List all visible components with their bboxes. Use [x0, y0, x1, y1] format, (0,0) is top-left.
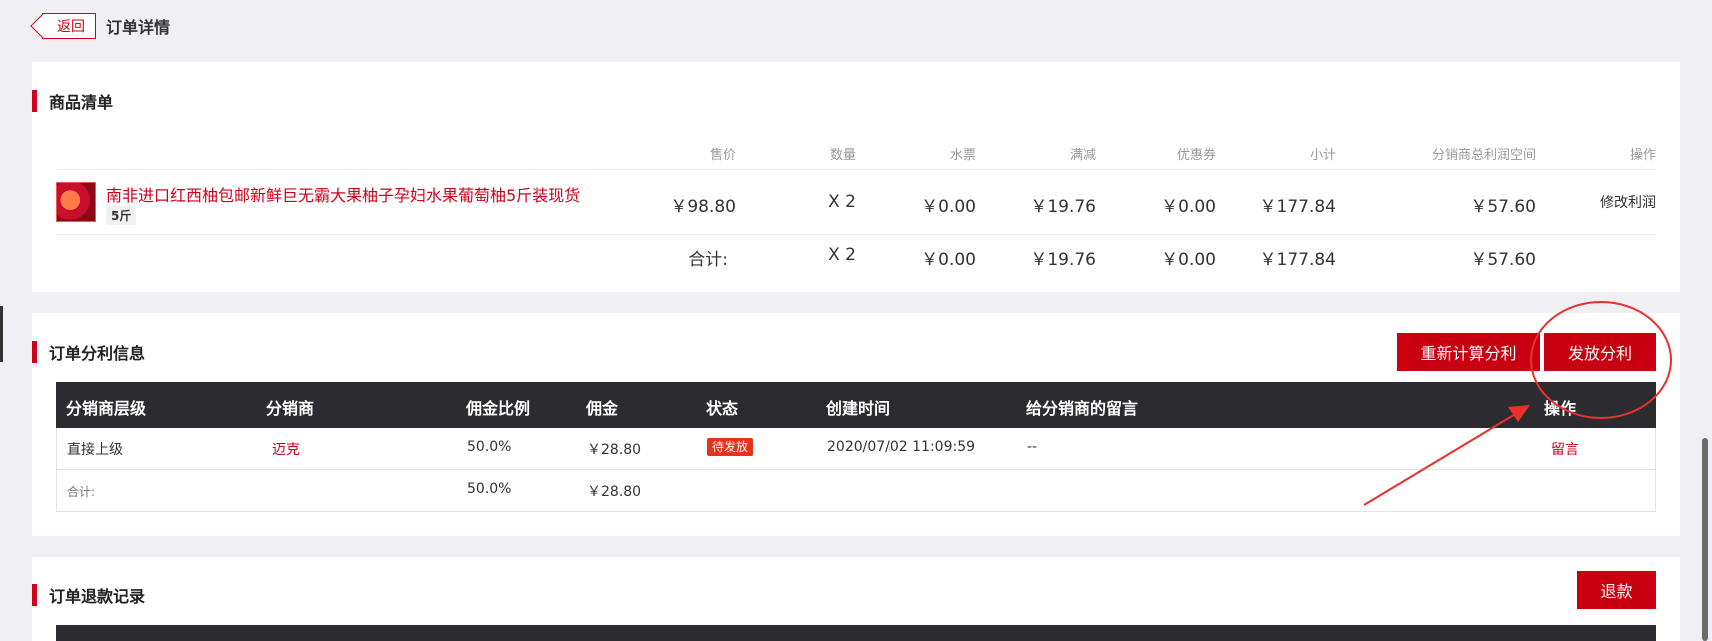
goods-table: 售价 数量 水票 满减 优惠券 小计 分销商总利润空间 操作 南非进口红西柚包邮…: [56, 142, 1656, 292]
item-water-ticket: ￥0.00: [921, 197, 976, 217]
status-badge: 待发放: [707, 438, 754, 456]
goods-card: 商品清单 售价 数量 水票 满减 优惠券 小计 分销商总利润空间 操作 南非进口…: [32, 62, 1680, 292]
total-label: 合计:: [688, 250, 728, 270]
row-created: 2020/07/02 11:09:59: [827, 439, 976, 455]
total-ratio: 50.0%: [467, 481, 512, 497]
leave-message-link[interactable]: 留言: [1551, 439, 1579, 459]
col-created: 创建时间: [826, 399, 891, 418]
back-button[interactable]: 返回: [42, 13, 96, 39]
commission-table-header: 分销商层级 分销商 佣金比例 佣金 状态 创建时间 给分销商的留言 操作: [56, 382, 1656, 428]
table-row: 直接上级 迈克 50.0% ￥28.80 待发放 2020/07/02 11:0…: [56, 428, 1656, 470]
status-cell: 待发放: [707, 438, 754, 456]
left-edge-marker: [0, 306, 3, 362]
commission-card: 订单分利信息 重新计算分利 发放分利 分销商层级 分销商 佣金比例 佣金 状态 …: [32, 313, 1680, 536]
col-status: 状态: [706, 399, 739, 418]
total-subtotal: ￥177.84: [1259, 250, 1336, 270]
item-profit-space: ￥57.60: [1470, 197, 1536, 217]
goods-section-header: 商品清单: [32, 89, 113, 113]
item-coupon: ￥0.00: [1161, 197, 1216, 217]
row-message: --: [1027, 439, 1038, 455]
total-water-ticket: ￥0.00: [921, 250, 976, 270]
product-spec-tag: 5斤: [106, 206, 137, 225]
section-accent-bar: [32, 584, 37, 606]
section-accent-bar: [32, 341, 37, 363]
recalculate-commission-button[interactable]: 重新计算分利: [1397, 333, 1540, 371]
col-level: 分销商层级: [66, 399, 147, 418]
total-profit-space: ￥57.60: [1470, 250, 1536, 270]
back-button-label: 返回: [57, 19, 85, 35]
row-amount: ￥28.80: [587, 442, 642, 458]
section-title: 订单退款记录: [49, 587, 146, 606]
col-water-ticket: 水票: [949, 148, 976, 163]
goods-table-header: 售价 数量 水票 满减 优惠券 小计 分销商总利润空间 操作: [56, 142, 1656, 172]
col-price: 售价: [709, 148, 736, 163]
commission-total-row: 合计: 50.0% ￥28.80: [56, 470, 1656, 512]
goods-total-row: 合计: X 2 ￥0.00 ￥19.76 ￥0.00 ￥177.84 ￥57.6…: [56, 235, 1656, 285]
distributor-link[interactable]: 迈克: [272, 439, 300, 459]
total-discount: ￥19.76: [1030, 250, 1096, 270]
total-qty: X 2: [828, 245, 856, 265]
col-ratio: 佣金比例: [466, 399, 531, 418]
col-subtotal: 小计: [1309, 148, 1336, 163]
commission-section-header: 订单分利信息: [32, 340, 145, 364]
product-thumbnail[interactable]: [56, 182, 96, 222]
table-row: 南非进口红西柚包邮新鲜巨无霸大果柚子孕妇水果葡萄柚5斤装现货 5斤 ￥98.80…: [56, 170, 1656, 234]
section-title: 商品清单: [49, 93, 114, 112]
row-level: 直接上级: [67, 442, 123, 458]
total-label: 合计:: [67, 485, 96, 499]
col-discount: 满减: [1069, 148, 1096, 163]
item-discount: ￥19.76: [1030, 197, 1096, 217]
col-profit-space: 分销商总利润空间: [1431, 148, 1536, 163]
issue-commission-button[interactable]: 发放分利: [1544, 333, 1656, 371]
total-coupon: ￥0.00: [1161, 250, 1216, 270]
commission-table: 分销商层级 分销商 佣金比例 佣金 状态 创建时间 给分销商的留言 操作 直接上…: [56, 382, 1656, 512]
row-ratio: 50.0%: [467, 439, 512, 455]
refund-table-header: [56, 625, 1656, 641]
col-distributor: 分销商: [266, 399, 315, 418]
col-action: 操作: [1629, 148, 1656, 163]
refund-button[interactable]: 退款: [1577, 571, 1656, 609]
total-amount: ￥28.80: [587, 484, 642, 500]
top-bar: 返回 订单详情: [32, 12, 170, 40]
edit-profit-link[interactable]: 修改利润: [1600, 192, 1656, 212]
scrollbar-thumb[interactable]: [1702, 438, 1708, 641]
section-accent-bar: [32, 90, 37, 112]
col-message: 给分销商的留言: [1026, 399, 1139, 418]
col-qty: 数量: [829, 148, 856, 163]
col-coupon: 优惠券: [1176, 148, 1216, 163]
refund-section-header: 订单退款记录: [32, 583, 145, 607]
item-subtotal: ￥177.84: [1259, 197, 1336, 217]
product-name-link[interactable]: 南非进口红西柚包邮新鲜巨无霸大果柚子孕妇水果葡萄柚5斤装现货: [106, 182, 580, 206]
col-amount: 佣金: [586, 399, 619, 418]
item-price: ￥98.80: [670, 197, 736, 217]
section-title: 订单分利信息: [49, 344, 146, 363]
refund-card: 订单退款记录 退款: [32, 557, 1680, 641]
item-qty: X 2: [828, 192, 856, 212]
col-action: 操作: [1544, 399, 1577, 418]
page-title: 订单详情: [106, 18, 171, 37]
